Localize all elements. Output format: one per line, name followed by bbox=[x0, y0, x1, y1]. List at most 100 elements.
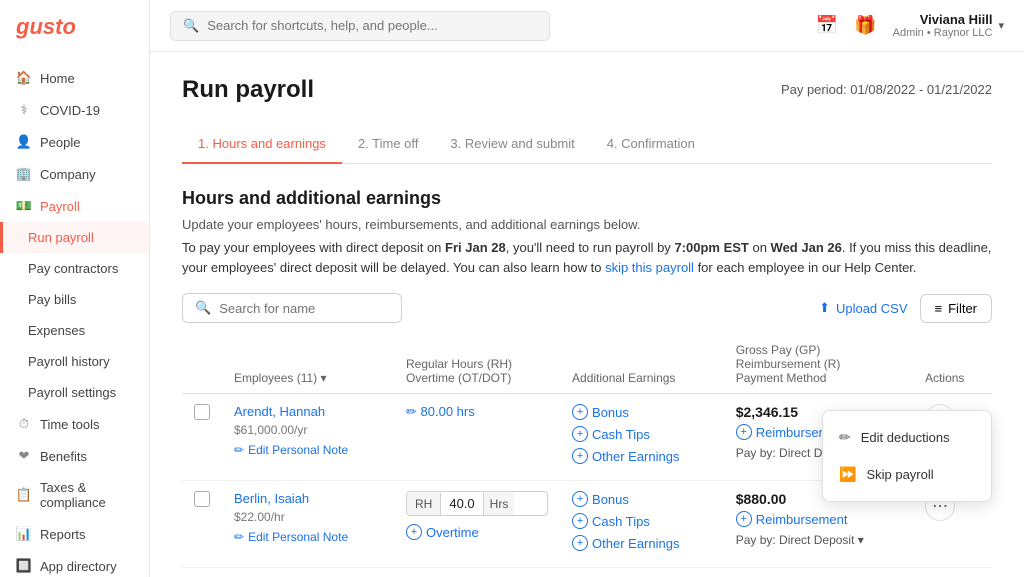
step-3[interactable]: 3. Review and submit bbox=[434, 124, 590, 163]
sidebar-item-run-payroll[interactable]: Run payroll bbox=[0, 222, 149, 253]
sidebar-item-app-directory[interactable]: 🔲 App directory bbox=[0, 550, 149, 577]
edit-deductions-item[interactable]: ✏ Edit deductions bbox=[823, 419, 991, 456]
user-details: Viviana Hiill Admin • Raynor LLC bbox=[893, 12, 993, 39]
taxes-icon: 📋 bbox=[16, 487, 32, 503]
sidebar-item-company[interactable]: 🏢 Company bbox=[0, 158, 149, 190]
sidebar-item-label: App directory bbox=[40, 559, 117, 574]
employee-name-link[interactable]: Arendt, Hannah bbox=[234, 404, 325, 419]
edit-personal-note-button[interactable]: ✏ Edit Personal Note bbox=[234, 530, 382, 544]
sidebar-item-label: Home bbox=[40, 71, 75, 86]
bonus-link[interactable]: + Bonus bbox=[572, 404, 712, 420]
hours-input-field[interactable]: RH 40.0 Hrs bbox=[406, 491, 548, 516]
sidebar-item-taxes[interactable]: 📋 Taxes & compliance bbox=[0, 472, 149, 518]
employee-rate: $22.00/hr bbox=[234, 510, 382, 524]
pencil-icon: ✏ bbox=[234, 443, 244, 457]
sidebar-item-label: Payroll settings bbox=[28, 385, 116, 400]
sidebar-item-pay-bills[interactable]: Pay bills bbox=[0, 284, 149, 315]
sidebar-item-reports[interactable]: 📊 Reports bbox=[0, 518, 149, 550]
hours-unit-label: Hrs bbox=[483, 493, 515, 515]
earnings-cell: + Bonus + Cash Tips + Other Earnings bbox=[560, 481, 724, 568]
bonus-link[interactable]: + Bonus bbox=[572, 491, 712, 507]
page-title: Run payroll bbox=[182, 76, 314, 104]
upload-csv-button[interactable]: ⬆ Upload CSV bbox=[819, 300, 907, 316]
calendar-icon[interactable]: 📅 bbox=[816, 15, 838, 36]
sidebar-item-label: Time tools bbox=[40, 417, 99, 432]
app-directory-icon: 🔲 bbox=[16, 558, 32, 574]
upload-csv-label: Upload CSV bbox=[836, 301, 908, 316]
step-4[interactable]: 4. Confirmation bbox=[591, 124, 711, 163]
edit-personal-note-button[interactable]: ✏ Edit Personal Note bbox=[234, 443, 382, 457]
sidebar-item-label: Company bbox=[40, 167, 96, 182]
sidebar-item-payroll-history[interactable]: Payroll history bbox=[0, 346, 149, 377]
skip-payroll-link[interactable]: skip this payroll bbox=[605, 260, 694, 275]
step-1-label: 1. Hours and earnings bbox=[198, 136, 326, 151]
benefits-icon: ❤ bbox=[16, 448, 32, 464]
cash-tips-link[interactable]: + Cash Tips bbox=[572, 513, 712, 529]
user-role: Admin • Raynor LLC bbox=[893, 27, 993, 39]
cash-tips-link[interactable]: + Cash Tips bbox=[572, 426, 712, 442]
plus-icon: + bbox=[572, 535, 588, 551]
filter-button[interactable]: ≡ Filter bbox=[920, 294, 992, 323]
plus-icon: + bbox=[572, 404, 588, 420]
plus-icon: + bbox=[572, 448, 588, 464]
skip-payroll-label: Skip payroll bbox=[866, 467, 933, 482]
sidebar-item-label: People bbox=[40, 135, 80, 150]
other-earnings-link[interactable]: + Other Earnings bbox=[572, 535, 712, 551]
sidebar-item-time-tools[interactable]: ⏱ Time tools bbox=[0, 408, 149, 440]
pencil-icon-small: ✏ bbox=[406, 404, 421, 419]
col-employees[interactable]: Employees (11) ▾ bbox=[222, 335, 394, 394]
skip-payroll-item[interactable]: ⏩ Skip payroll bbox=[823, 456, 991, 493]
sidebar-item-label: Benefits bbox=[40, 449, 87, 464]
col-gross-pay: Gross Pay (GP)Reimbursement (R)Payment M… bbox=[724, 335, 913, 394]
search-name-input[interactable] bbox=[219, 301, 389, 316]
sidebar-item-people[interactable]: 👤 People bbox=[0, 126, 149, 158]
skip-icon: ⏩ bbox=[839, 466, 856, 483]
other-earnings-link[interactable]: + Other Earnings bbox=[572, 448, 712, 464]
filter-label: Filter bbox=[948, 301, 977, 316]
section-desc: Update your employees' hours, reimbursem… bbox=[182, 217, 992, 232]
topbar: 🔍 📅 🎁 Viviana Hiill Admin • Raynor LLC ▾ bbox=[150, 0, 1024, 52]
global-search[interactable]: 🔍 bbox=[170, 11, 550, 41]
overtime-link[interactable]: + Overtime bbox=[406, 524, 548, 540]
topbar-icons: 📅 🎁 Viviana Hiill Admin • Raynor LLC ▾ bbox=[816, 12, 1004, 39]
sidebar-item-covid19[interactable]: ⚕ COVID-19 bbox=[0, 94, 149, 126]
sidebar-item-benefits[interactable]: ❤ Benefits bbox=[0, 440, 149, 472]
pencil-icon: ✏ bbox=[234, 530, 244, 544]
employee-search[interactable]: 🔍 bbox=[182, 293, 402, 323]
people-icon: 👤 bbox=[16, 134, 32, 150]
sidebar: gusto 🏠 Home ⚕ COVID-19 👤 People 🏢 Compa… bbox=[0, 0, 150, 577]
chevron-down-icon: ▾ bbox=[998, 19, 1004, 32]
logo: gusto bbox=[0, 0, 149, 54]
sidebar-item-home[interactable]: 🏠 Home bbox=[0, 62, 149, 94]
hours-cell: ✏ 80.00 hrs bbox=[394, 394, 560, 481]
gift-icon[interactable]: 🎁 bbox=[854, 15, 876, 36]
reimbursement-link[interactable]: + Reimbursement bbox=[736, 511, 901, 527]
edit-icon: ✏ bbox=[839, 429, 851, 446]
employee-cell: Berlin, Isaiah $22.00/hr ✏ Edit Personal… bbox=[222, 481, 394, 568]
gusto-logo: gusto bbox=[16, 14, 76, 39]
employee-name-link[interactable]: Berlin, Isaiah bbox=[234, 491, 309, 506]
step-1[interactable]: 1. Hours and earnings bbox=[182, 124, 342, 163]
user-menu[interactable]: Viviana Hiill Admin • Raynor LLC ▾ bbox=[893, 12, 1004, 39]
search-input[interactable] bbox=[207, 18, 537, 33]
sidebar-item-payroll[interactable]: 💵 Payroll bbox=[0, 190, 149, 222]
sidebar-item-expenses[interactable]: Expenses bbox=[0, 315, 149, 346]
actions-dropdown-menu: ✏ Edit deductions ⏩ Skip payroll bbox=[822, 410, 992, 502]
section-note: To pay your employees with direct deposi… bbox=[182, 238, 992, 277]
employee-checkbox[interactable] bbox=[194, 404, 210, 420]
sidebar-item-label: Pay contractors bbox=[28, 261, 118, 276]
employee-cell: Arendt, Hannah $61,000.00/yr ✏ Edit Pers… bbox=[222, 394, 394, 481]
employee-checkbox[interactable] bbox=[194, 491, 210, 507]
step-2-label: 2. Time off bbox=[358, 136, 418, 151]
hours-value[interactable]: 40.0 bbox=[441, 492, 482, 515]
sidebar-item-pay-contractors[interactable]: Pay contractors bbox=[0, 253, 149, 284]
covid-icon: ⚕ bbox=[16, 102, 32, 118]
sidebar-item-label: Pay bills bbox=[28, 292, 76, 307]
sidebar-item-payroll-settings[interactable]: Payroll settings bbox=[0, 377, 149, 408]
hours-cell: RH 40.0 Hrs + Overtime bbox=[394, 481, 560, 568]
page-header: Run payroll Pay period: 01/08/2022 - 01/… bbox=[182, 76, 992, 104]
step-2[interactable]: 2. Time off bbox=[342, 124, 434, 163]
reports-icon: 📊 bbox=[16, 526, 32, 542]
filter-icon: ≡ bbox=[935, 301, 943, 316]
hours-link[interactable]: ✏ 80.00 hrs bbox=[406, 404, 475, 419]
